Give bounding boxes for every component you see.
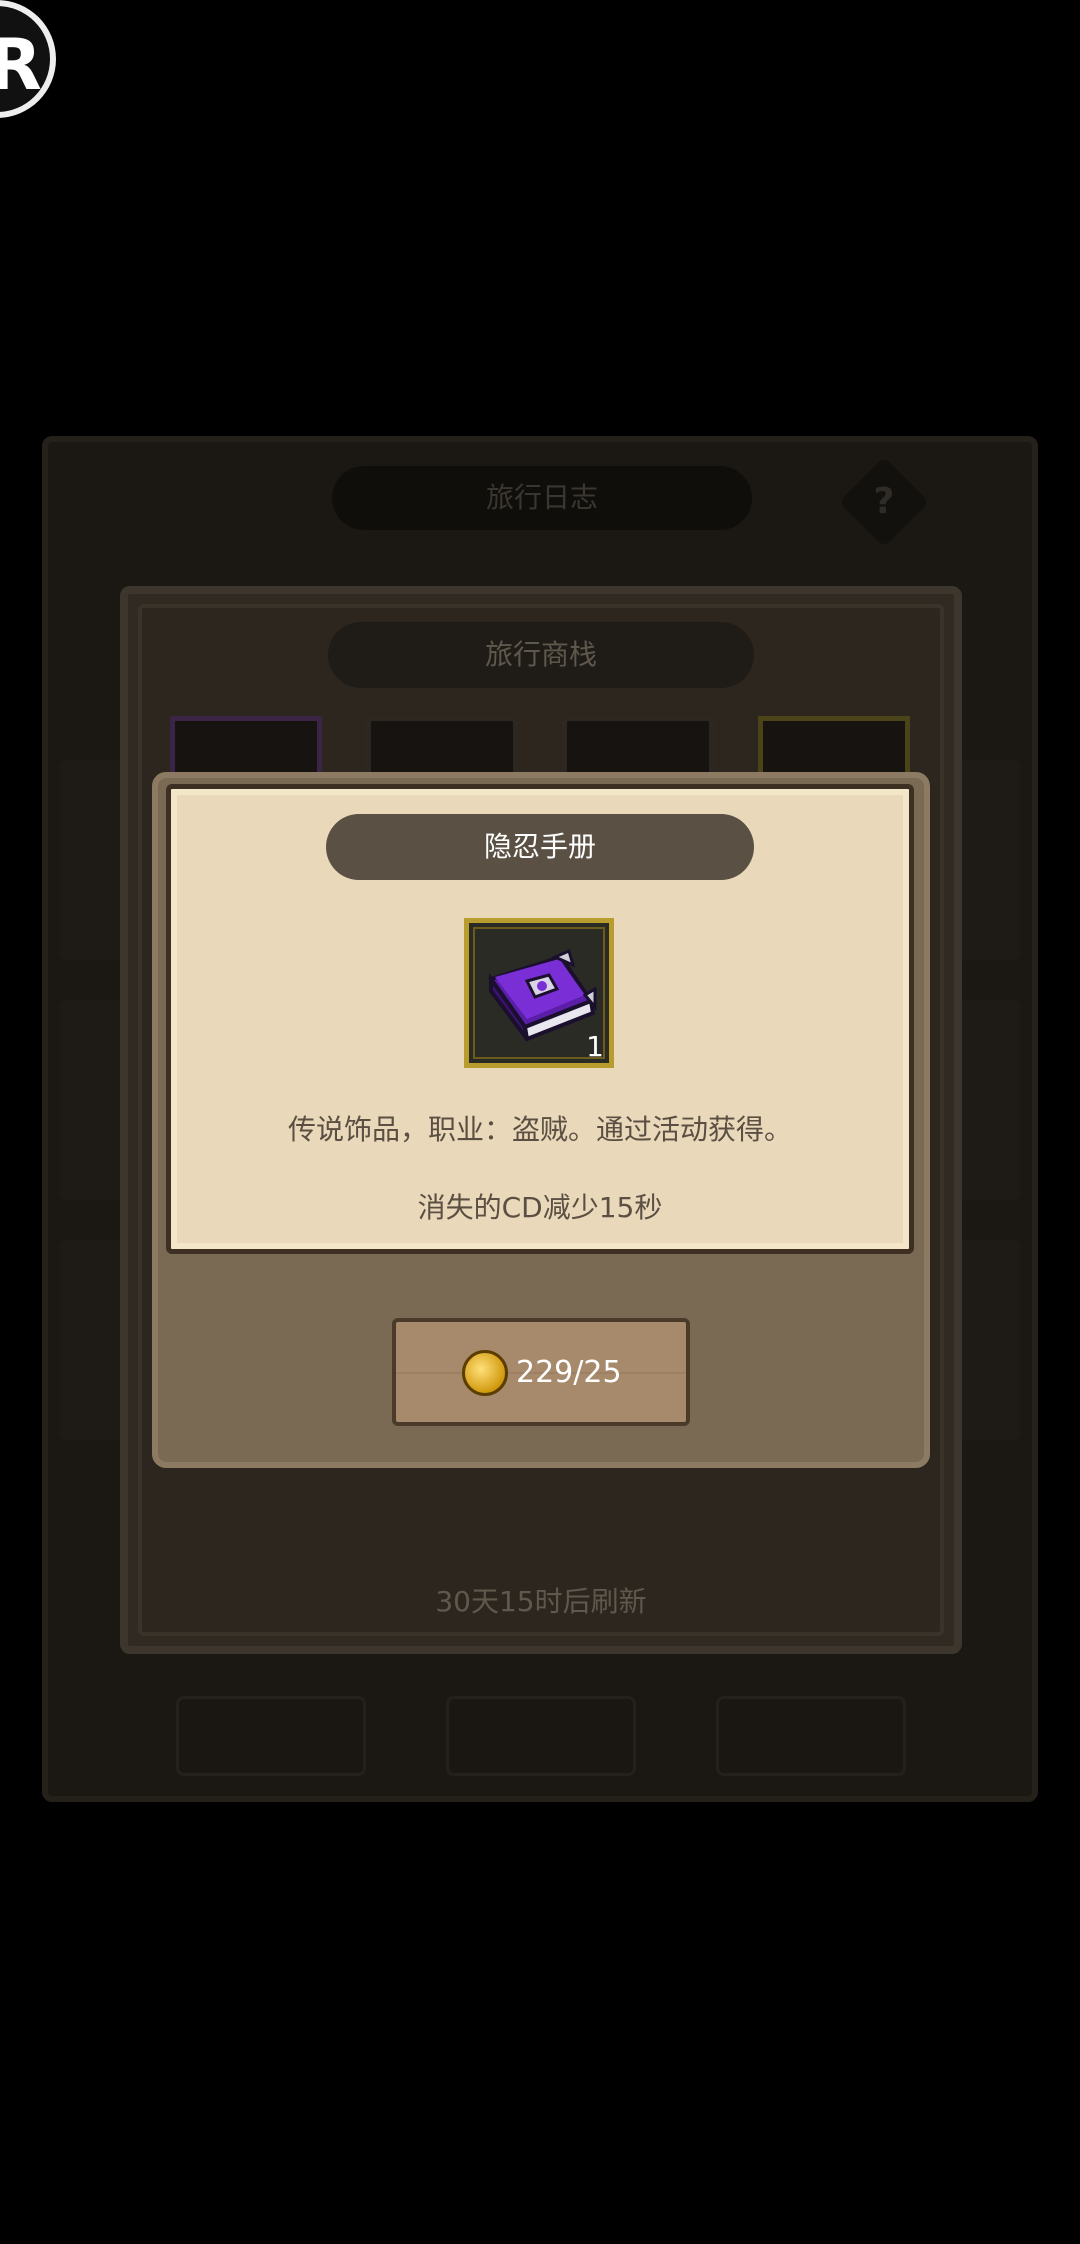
shop-title: 旅行商栈	[328, 622, 754, 688]
bg-tab-button[interactable]	[446, 1696, 636, 1776]
corner-badge[interactable]: R	[0, 0, 56, 118]
bg-tab-button[interactable]	[716, 1696, 906, 1776]
buy-price: 229/25	[516, 1355, 622, 1390]
shop-item-slot[interactable]	[758, 716, 910, 776]
shop-item-slot[interactable]	[562, 716, 714, 776]
item-name-title: 隐忍手册	[326, 814, 754, 880]
help-icon[interactable]: ?	[852, 470, 916, 534]
item-description: 传说饰品，职业：盗贼。通过活动获得。	[287, 1113, 792, 1146]
travel-log-title: 旅行日志	[332, 466, 752, 530]
shop-refresh-timer: 30天15时后刷新	[435, 1585, 647, 1618]
item-quantity: 1	[586, 1030, 604, 1063]
gold-coin-icon	[462, 1350, 508, 1396]
shop-item-slot[interactable]	[170, 716, 322, 776]
item-effect: 消失的CD减少15秒	[417, 1191, 663, 1224]
shop-item-slot[interactable]	[366, 716, 518, 776]
bg-tab-button[interactable]	[176, 1696, 366, 1776]
